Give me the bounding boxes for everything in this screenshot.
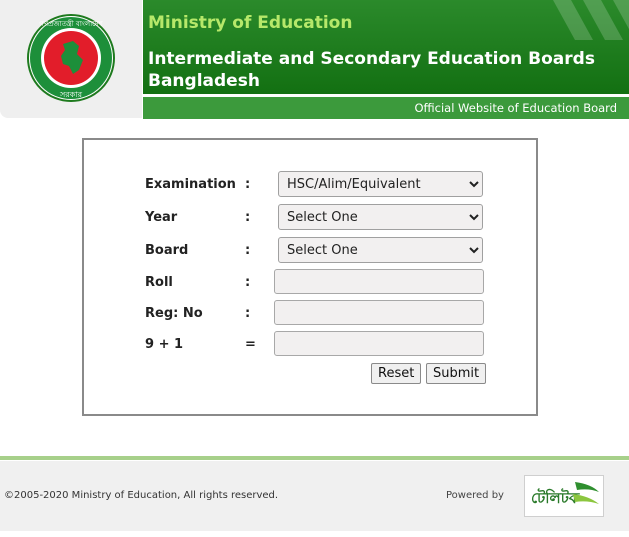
footer-divider	[0, 456, 629, 460]
boards-title: Intermediate and Secondary Education Boa…	[148, 48, 618, 92]
government-seal-logo: গণপ্রজাতন্ত্রী বাংলাদেশ সরকার	[27, 14, 115, 102]
teletalk-logo-link[interactable]: টেলিটক	[524, 475, 604, 517]
site-footer: ©2005-2020 Ministry of Education, All ri…	[0, 461, 629, 531]
reset-button[interactable]: Reset	[371, 363, 422, 384]
powered-by-text: Powered by	[446, 490, 504, 501]
examination-label: Examination	[145, 177, 236, 192]
ministry-title: Ministry of Education	[148, 13, 353, 33]
year-label: Year	[145, 210, 178, 225]
teletalk-swoosh-icon	[573, 482, 599, 504]
reg-no-label: Reg: No	[145, 306, 203, 321]
examination-select[interactable]: HSC/Alim/Equivalent	[278, 171, 483, 197]
official-website-text: Official Website of Education Board	[414, 101, 617, 115]
svg-text:সরকার: সরকার	[59, 90, 83, 99]
board-colon: :	[245, 243, 251, 258]
captcha-input[interactable]	[274, 331, 484, 356]
submit-button[interactable]: Submit	[426, 363, 487, 384]
boards-title-line2: Bangladesh	[148, 71, 260, 91]
captcha-question: 9 + 1	[145, 337, 184, 352]
roll-label: Roll	[145, 275, 173, 290]
year-colon: :	[245, 210, 251, 225]
logo-panel: গণপ্রজাতন্ত্রী বাংলাদেশ সরকার	[0, 0, 142, 118]
svg-text:গণপ্রজাতন্ত্রী বাংলাদেশ: গণপ্রজাতন্ত্রী বাংলাদেশ	[39, 19, 103, 28]
result-search-form: Examination : HSC/Alim/Equivalent Year :…	[82, 138, 538, 416]
examination-colon: :	[245, 177, 251, 192]
reg-no-colon: :	[245, 306, 251, 321]
roll-colon: :	[245, 275, 251, 290]
year-select[interactable]: Select One	[278, 204, 483, 230]
reg-no-input[interactable]	[274, 300, 484, 325]
subtitle-bar: Official Website of Education Board	[143, 97, 629, 119]
roll-input[interactable]	[274, 269, 484, 294]
copyright-text: ©2005-2020 Ministry of Education, All ri…	[4, 490, 279, 501]
site-header: গণপ্রজাতন্ত্রী বাংলাদেশ সরকার Ministry o…	[0, 0, 629, 120]
captcha-equals: =	[245, 337, 256, 352]
boards-title-line1: Intermediate and Secondary Education Boa…	[148, 49, 595, 69]
board-select[interactable]: Select One	[278, 237, 483, 263]
board-label: Board	[145, 243, 189, 258]
